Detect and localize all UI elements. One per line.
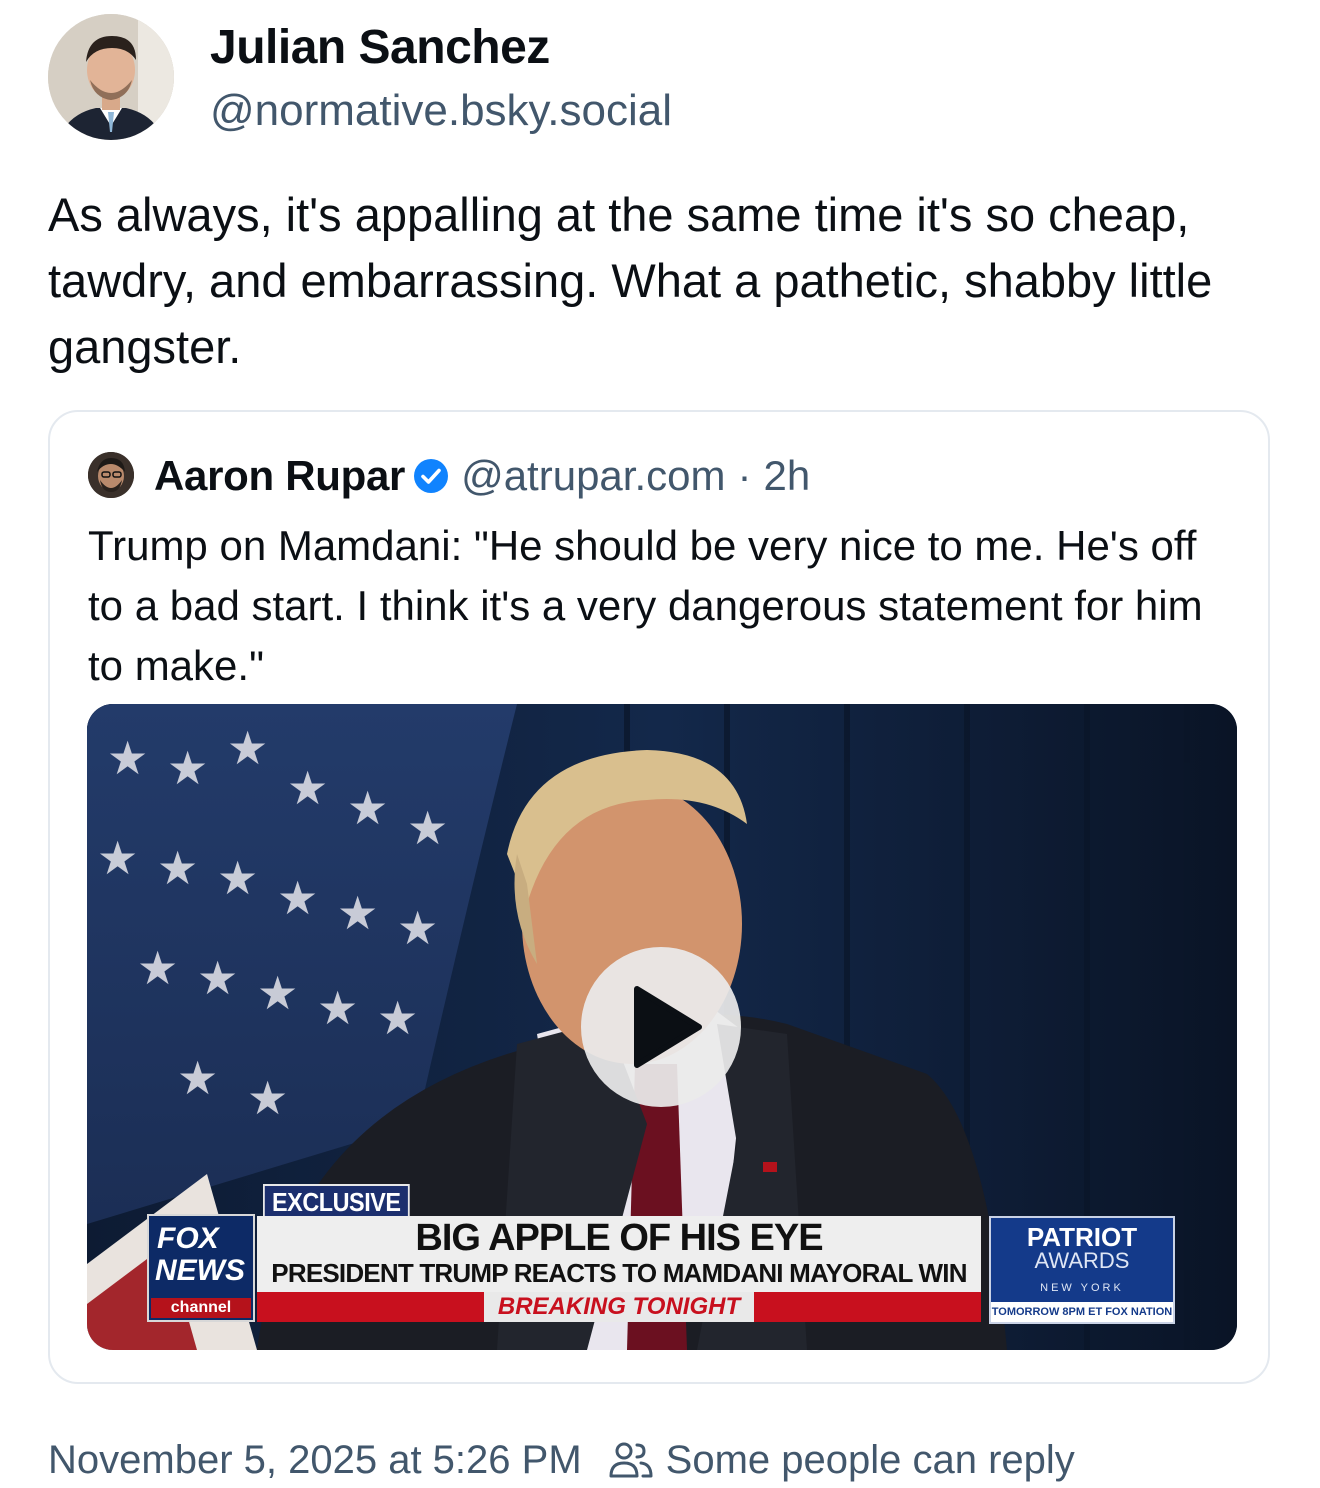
svg-text:★: ★	[397, 902, 438, 954]
svg-text:★: ★	[177, 1052, 218, 1104]
post-footer: November 5, 2025 at 5:26 PM Some people …	[48, 1432, 1075, 1488]
reply-setting[interactable]: Some people can reply	[666, 1438, 1075, 1483]
post-timestamp[interactable]: November 5, 2025 at 5:26 PM	[48, 1438, 582, 1483]
breaking-bar: BREAKING TONIGHT	[257, 1292, 981, 1322]
svg-text:★: ★	[227, 722, 268, 774]
promo-time: TOMORROW 8PM ET FOX NATION	[991, 1302, 1173, 1322]
svg-text:★: ★	[277, 872, 318, 924]
svg-text:★: ★	[377, 992, 418, 1044]
svg-text:★: ★	[337, 887, 378, 939]
promo-title: PATRIOT	[1026, 1222, 1138, 1252]
svg-text:★: ★	[317, 982, 358, 1034]
svg-text:★: ★	[407, 802, 448, 854]
svg-text:★: ★	[97, 832, 138, 884]
promo-location: NEW YORK	[1040, 1282, 1124, 1294]
svg-text:★: ★	[257, 967, 298, 1019]
exclusive-tag: EXCLUSIVE	[263, 1184, 410, 1220]
svg-text:★: ★	[217, 852, 258, 904]
quoted-post-time[interactable]: 2h	[763, 452, 810, 500]
play-button[interactable]	[581, 947, 741, 1107]
logo-news-text: NEWS	[155, 1254, 245, 1287]
svg-text:★: ★	[167, 742, 208, 794]
quoted-author-handle[interactable]: @atrupar.com	[461, 452, 725, 500]
svg-text:★: ★	[347, 782, 388, 834]
video-player[interactable]: ★ ★ ★ ★ ★ ★ ★ ★ ★ ★ ★ ★ ★ ★ ★ ★ ★ ★ ★ EX…	[87, 704, 1237, 1350]
quoted-post-header: Aaron Rupar @atrupar.com · 2h	[154, 448, 810, 504]
quoted-author-avatar[interactable]	[88, 452, 134, 498]
play-icon	[634, 986, 702, 1068]
video-headline: BIG APPLE OF HIS EYE	[415, 1217, 823, 1259]
svg-text:★: ★	[247, 1072, 288, 1124]
author-name[interactable]: Julian Sanchez	[210, 20, 550, 75]
quoted-post-card[interactable]: Aaron Rupar @atrupar.com · 2h Trump on M…	[48, 410, 1270, 1384]
author-handle[interactable]: @normative.bsky.social	[210, 86, 672, 136]
news-lower-third: EXCLUSIVE FOX NEWS channel BIG APPLE OF …	[147, 1184, 1177, 1324]
people-icon	[608, 1440, 654, 1480]
logo-channel-text: channel	[151, 1298, 251, 1318]
separator-dot: ·	[737, 452, 752, 499]
patriot-awards-promo: PATRIOT AWARDS NEW YORK TOMORROW 8PM ET …	[989, 1216, 1175, 1324]
author-avatar[interactable]	[48, 14, 174, 140]
svg-text:★: ★	[157, 842, 198, 894]
headline-banner: BIG APPLE OF HIS EYE PRESIDENT TRUMP REA…	[257, 1216, 981, 1292]
svg-text:★: ★	[137, 942, 178, 994]
logo-fox-text: FOX	[157, 1222, 219, 1255]
breaking-label: BREAKING TONIGHT	[483, 1292, 755, 1322]
svg-text:★: ★	[197, 952, 238, 1004]
fox-news-logo: FOX NEWS channel	[147, 1214, 255, 1322]
svg-text:★: ★	[287, 762, 328, 814]
quoted-post-text: Trump on Mamdani: "He should be very nic…	[88, 522, 1203, 689]
quoted-author-name[interactable]: Aaron Rupar	[154, 452, 405, 500]
video-subheadline: PRESIDENT TRUMP REACTS TO MAMDANI MAYORA…	[271, 1258, 967, 1288]
promo-subtitle: AWARDS	[1034, 1248, 1130, 1273]
post-text: As always, it's appalling at the same ti…	[48, 188, 1213, 373]
verified-badge-icon	[413, 458, 449, 494]
svg-text:★: ★	[107, 732, 148, 784]
